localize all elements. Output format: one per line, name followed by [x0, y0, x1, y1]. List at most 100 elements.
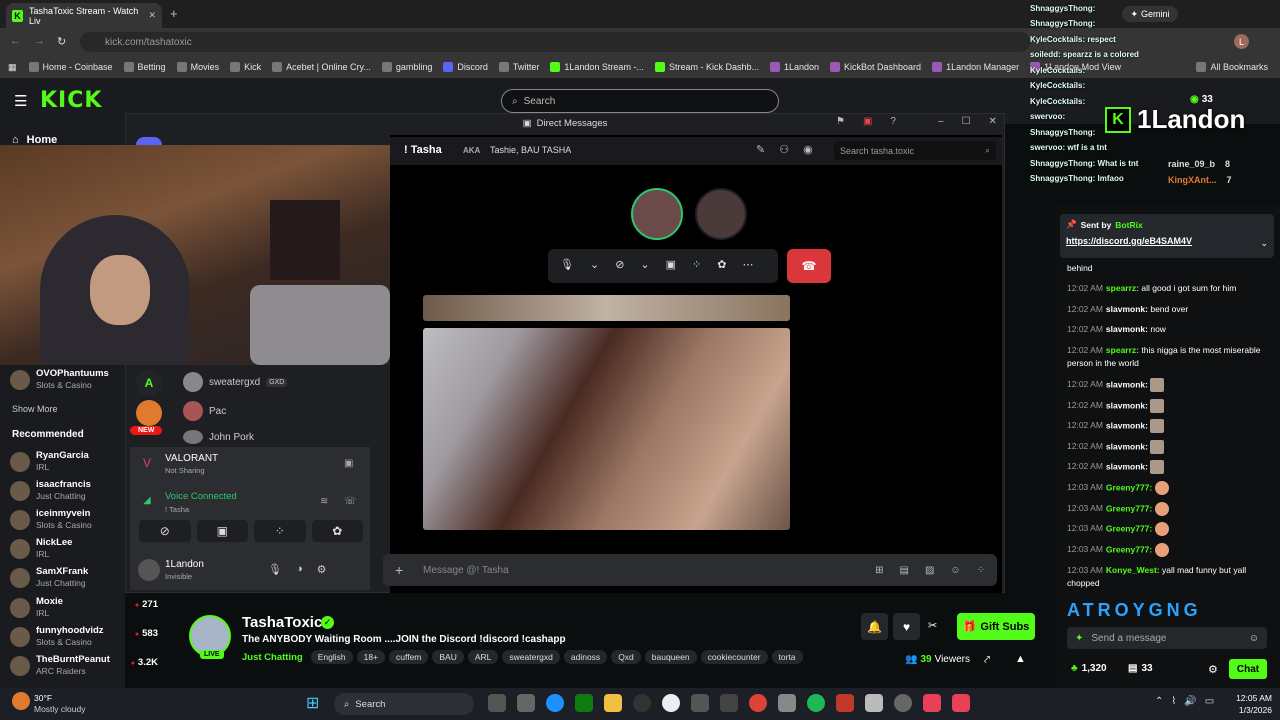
back-icon[interactable]: ← [10, 35, 21, 47]
camera-off-button[interactable]: ⊘ [139, 520, 191, 542]
minimize-icon[interactable]: – [938, 116, 944, 127]
taskbar-search[interactable]: ⌕ Search [334, 693, 474, 715]
profile-icon[interactable]: ◉ [803, 143, 813, 156]
xbox-icon[interactable] [575, 694, 593, 712]
dm-message-input[interactable]: + Message @! Tasha ⊞ ▤ ▨ ☺ ⁘ [383, 554, 997, 586]
bookmark-item[interactable]: Movies [176, 62, 219, 72]
sidebar-recommended-item[interactable]: TheBurntPeanutARC Raiders 3.2K [10, 654, 158, 678]
tag[interactable]: 18+ [356, 650, 386, 664]
mic-icon[interactable]: 🎙 [560, 258, 574, 271]
chat-user[interactable]: Konye_West: [1106, 565, 1160, 575]
clip-icon[interactable]: ✂ [928, 619, 937, 632]
share-screen-icon[interactable]: ▣ [666, 258, 676, 271]
disconnect-icon[interactable]: ☏ [344, 496, 357, 507]
bookmark-item[interactable]: 1Landon [769, 62, 819, 72]
maximize-icon[interactable]: ☐ [962, 116, 971, 127]
chevron-down-icon[interactable]: ⌄ [590, 258, 599, 271]
forward-icon[interactable]: → [34, 35, 45, 47]
gif-icon[interactable]: ▤ [899, 565, 908, 576]
close-icon[interactable]: ✕ [989, 116, 997, 127]
emoji-icon[interactable]: ☺ [1249, 633, 1259, 644]
tag[interactable]: torta [771, 650, 803, 664]
app-icon[interactable] [865, 694, 883, 712]
pinned-link[interactable]: https://discord.gg/eB4SAM4V [1066, 236, 1192, 246]
kick-logo[interactable]: KICK [40, 88, 102, 113]
camera-off-icon[interactable]: ⊘ [615, 258, 624, 271]
app-icon[interactable] [662, 694, 680, 712]
obs-icon[interactable] [894, 694, 912, 712]
calculator-icon[interactable] [691, 694, 709, 712]
bookmark-item[interactable]: Acebet | Online Cry... [272, 62, 371, 72]
tag[interactable]: BAU [432, 650, 464, 664]
emoji-icon[interactable]: ☺ [950, 565, 960, 576]
share-icon[interactable]: ⤤ [984, 654, 990, 667]
chat-user[interactable]: slavmonk: [1106, 379, 1148, 389]
gift-icon[interactable]: ⊞ [875, 565, 883, 576]
clock-date[interactable]: 1/3/2026 [1232, 705, 1272, 715]
windows-start-icon[interactable]: ⊞ [306, 693, 319, 713]
tag[interactable]: English [310, 650, 353, 664]
headphones-icon[interactable]: ◑ [296, 563, 303, 576]
more-icon[interactable]: ⋯ [742, 258, 753, 271]
bookmark-item[interactable]: KickBot Dashboard [830, 62, 921, 72]
settings-gear-icon[interactable]: ⚙ [1208, 663, 1218, 676]
chat-user[interactable]: slavmonk: [1106, 461, 1148, 471]
bookmark-item[interactable]: gambling [381, 62, 432, 72]
chat-user[interactable]: slavmonk: [1106, 441, 1148, 451]
bookmark-item[interactable]: Home - Coinbase [28, 62, 113, 72]
share-screen-button[interactable]: ▣ [196, 520, 248, 542]
bookmark-item[interactable]: 1Landon Stream -... [550, 62, 644, 72]
member-item[interactable]: sweatergxd GXD [183, 372, 288, 392]
tag[interactable]: sweatergxd [502, 650, 560, 664]
soundboard-icon[interactable]: ✿ [717, 258, 726, 271]
tag[interactable]: adinoss [563, 650, 608, 664]
chevron-down-icon[interactable]: ⌄ [1260, 238, 1268, 249]
end-call-button[interactable]: ☎ [787, 249, 831, 283]
chat-user[interactable]: Greeny777: [1106, 482, 1152, 492]
close-tab-icon[interactable]: ✕ [148, 10, 156, 21]
edge-icon[interactable] [546, 694, 564, 712]
app-icon[interactable] [720, 694, 738, 712]
browser-tab[interactable]: K TashaToxic Stream - Watch Liv ✕ [6, 3, 162, 28]
send-message-input[interactable]: ✦ Send a message ☺ [1067, 627, 1267, 649]
mic-icon[interactable]: 🎙 [268, 563, 282, 576]
chat-user[interactable]: slavmonk: [1106, 324, 1148, 334]
show-more-link[interactable]: Show More [12, 404, 58, 414]
server-icon[interactable] [136, 400, 162, 426]
menu-icon[interactable]: ☰ [14, 92, 27, 110]
report-icon[interactable]: ▲ [1015, 653, 1026, 665]
noise-suppression-icon[interactable]: ≋ [320, 496, 328, 507]
gift-subs-button[interactable]: 🎁 Gift Subs [957, 613, 1035, 640]
settings-gear-icon[interactable] [778, 694, 796, 712]
notification-bell-button[interactable]: 🔔 [861, 613, 888, 640]
call-participant-avatar[interactable] [695, 188, 747, 240]
chat-user[interactable]: slavmonk: [1106, 400, 1148, 410]
profile-avatar[interactable]: L [1234, 34, 1249, 49]
sidebar-recommended-item[interactable]: isaacfrancis Just Chatting [10, 479, 132, 503]
server-icon[interactable]: A [136, 370, 162, 396]
member-item[interactable]: Pac [183, 401, 226, 421]
soundboard-button[interactable]: ✿ [311, 520, 363, 542]
pin-icon[interactable]: ✎ [756, 143, 765, 156]
add-friend-icon[interactable]: ⚇ [779, 143, 789, 156]
clock-time[interactable]: 12:05 AM [1232, 693, 1272, 703]
add-attachment-icon[interactable]: + [395, 562, 403, 578]
flag-icon[interactable]: ⚑ [836, 116, 845, 127]
file-explorer-icon[interactable] [604, 694, 622, 712]
video-stream-tile[interactable] [423, 295, 790, 321]
volume-icon[interactable]: 🔊 [1184, 696, 1196, 707]
stream-category[interactable]: Just Chatting [242, 652, 303, 663]
tag[interactable]: ARL [467, 650, 499, 664]
sidebar-recommended-item[interactable]: NickLee IRL [10, 537, 132, 561]
weather-temp[interactable]: 30°F [34, 693, 52, 703]
battery-icon[interactable]: ▭ [1205, 696, 1214, 707]
sidebar-following-item[interactable]: OVOPhantuums Slots & Casino [10, 368, 132, 392]
valorant-icon[interactable] [952, 694, 970, 712]
store-icon[interactable] [517, 694, 535, 712]
gemini-button[interactable]: ✦ Gemini [1122, 6, 1178, 22]
chevron-up-icon[interactable]: ⌃ [1155, 696, 1163, 707]
app-icon[interactable] [923, 694, 941, 712]
tag[interactable]: Qxd [611, 650, 641, 664]
chat-user[interactable]: spearrz: [1106, 345, 1139, 355]
help-icon[interactable]: ? [890, 116, 896, 127]
